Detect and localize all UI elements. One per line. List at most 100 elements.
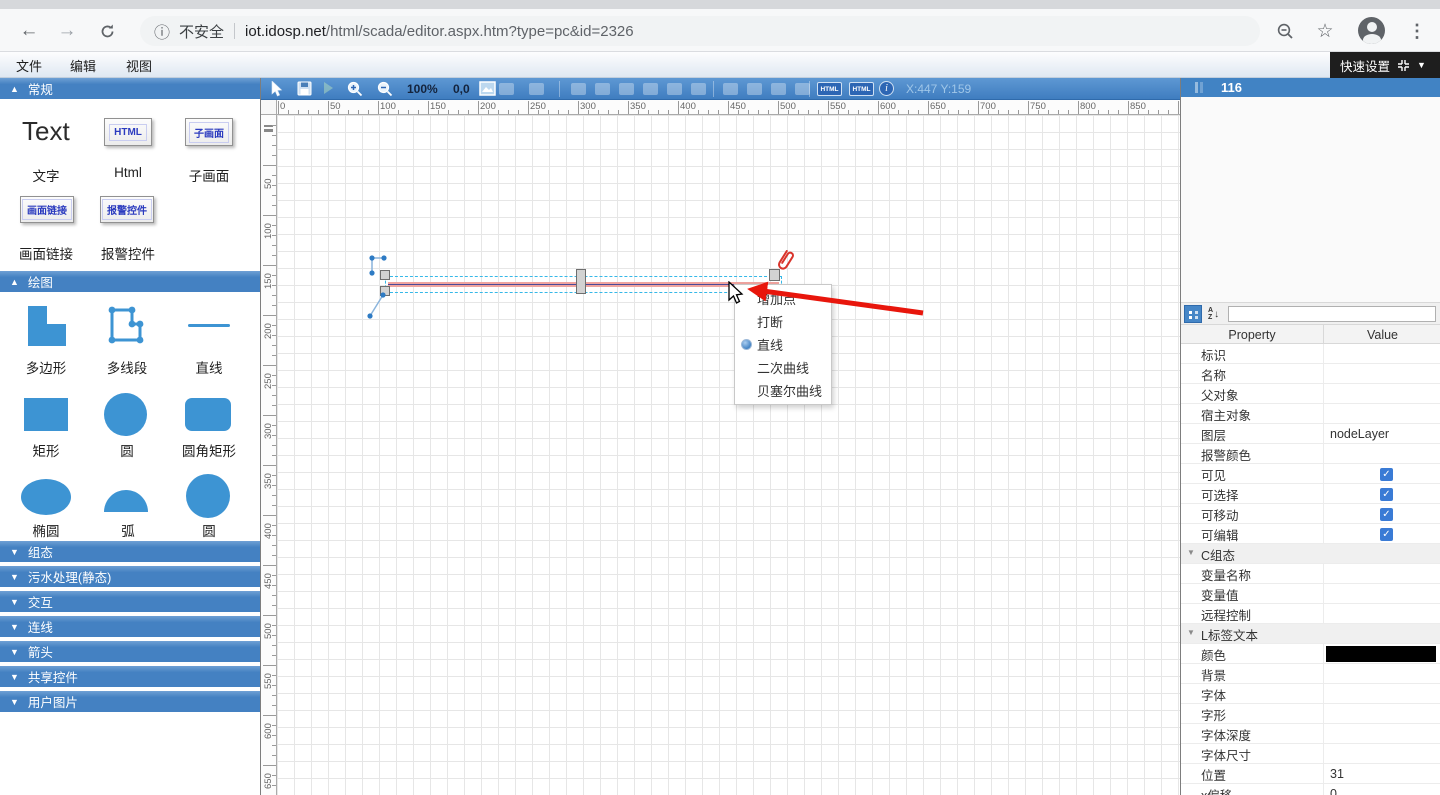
property-value[interactable]: ✓ [1323,504,1440,524]
property-row[interactable]: 变量值 [1181,584,1440,604]
color-swatch[interactable] [1326,646,1436,662]
property-value[interactable]: 0 [1323,784,1440,795]
property-row[interactable]: 字体 [1181,684,1440,704]
property-group-row[interactable]: ▼L标签文本 [1181,624,1440,644]
tool-screen-link[interactable]: 画面链接 [20,196,74,223]
browser-forward-icon[interactable]: → [54,18,80,44]
shape-rect-icon[interactable] [24,398,68,431]
section-header-collapsed[interactable]: ▼污水处理(静态) [0,566,260,587]
property-row[interactable]: 字体深度 [1181,724,1440,744]
browser-back-icon[interactable]: ← [16,18,42,44]
section-header-collapsed[interactable]: ▼箭头 [0,641,260,662]
property-value[interactable]: 31 [1323,764,1440,784]
section-header-collapsed[interactable]: ▼组态 [0,541,260,562]
property-value[interactable] [1323,384,1440,404]
shape-circle-icon[interactable] [104,393,147,436]
menu-file[interactable]: 文件 [8,52,50,78]
html-source-button[interactable]: HTML [817,82,842,96]
property-row[interactable]: 变量名称 [1181,564,1440,584]
menu-edit[interactable]: 编辑 [62,52,104,78]
browser-menu-icon[interactable]: ⋮ [1404,18,1430,44]
property-filter-input[interactable] [1228,306,1436,322]
property-value[interactable] [1323,564,1440,584]
section-header-collapsed[interactable]: ▼交互 [0,591,260,612]
context-menu-item[interactable]: 贝塞尔曲线 [735,379,831,402]
property-value[interactable]: ✓ [1323,524,1440,544]
zoom-page-icon[interactable] [1272,18,1298,44]
property-column-header[interactable]: Property [1181,325,1323,345]
property-value[interactable] [1323,444,1440,464]
context-menu-item[interactable]: 增加点 [735,287,831,310]
checkbox-checked-icon[interactable]: ✓ [1380,488,1393,501]
select-cursor-icon[interactable] [271,81,284,97]
property-row[interactable]: 字体尺寸 [1181,744,1440,764]
property-row[interactable]: 远程控制 [1181,604,1440,624]
shape-polygon-icon[interactable] [28,306,66,346]
section-header-draw[interactable]: ▲ 绘图 [0,271,260,292]
quick-settings-button[interactable]: 快速设置 ▼ [1330,52,1440,78]
property-value[interactable] [1323,604,1440,624]
zoom-in-icon[interactable] [347,81,363,97]
endpoint-connector-icon[interactable] [365,291,389,321]
property-value[interactable] [1323,744,1440,764]
context-menu-item[interactable]: 打断 [735,310,831,333]
property-value[interactable] [1323,404,1440,424]
section-header-collapsed[interactable]: ▼用户图片 [0,691,260,712]
property-row[interactable]: x偏移0 [1181,784,1440,795]
property-value[interactable] [1323,664,1440,684]
tool-text[interactable]: Text [22,116,70,147]
property-value[interactable] [1323,684,1440,704]
object-tree-area[interactable] [1181,97,1440,302]
section-header-general[interactable]: ▲ 常规 [0,78,260,99]
context-menu-item[interactable]: 二次曲线 [735,356,831,379]
group-collapse-icon[interactable]: ▼ [1187,548,1195,557]
property-value[interactable]: ✓ [1323,484,1440,504]
property-row[interactable]: 字形 [1181,704,1440,724]
midpoint-handle[interactable] [576,269,586,294]
checkbox-checked-icon[interactable]: ✓ [1380,508,1393,521]
shape-ellipse-icon[interactable] [21,479,71,515]
property-row[interactable]: 标识 [1181,344,1440,364]
property-value[interactable]: ✓ [1323,464,1440,484]
group-collapse-icon[interactable]: ▼ [1187,628,1195,637]
browser-reload-icon[interactable] [94,18,120,44]
shape-line-icon[interactable] [188,324,230,327]
property-row[interactable]: 颜色 [1181,644,1440,664]
property-value[interactable] [1323,344,1440,364]
chevron-down-icon[interactable]: ▼ [1417,60,1426,70]
tool-subscreen[interactable]: 子画面 [185,118,233,146]
tool-html[interactable]: HTML [104,118,152,146]
property-row[interactable]: 可移动✓ [1181,504,1440,524]
property-group-row[interactable]: ▼C组态 [1181,544,1440,564]
zoom-out-icon[interactable] [377,81,393,97]
page-info-icon[interactable]: ⓘ [154,19,170,43]
categorized-view-icon[interactable] [1184,305,1202,323]
property-row[interactable]: 可选择✓ [1181,484,1440,504]
property-value[interactable] [1323,624,1440,644]
address-bar[interactable]: ⓘ 不安全 iot.idosp.net /html/scada/editor.a… [140,16,1260,46]
property-row[interactable]: 可编辑✓ [1181,524,1440,544]
context-menu-item[interactable]: 直线 [735,333,831,356]
value-column-header[interactable]: Value [1323,325,1440,345]
property-row[interactable]: 父对象 [1181,384,1440,404]
property-row[interactable]: 宿主对象 [1181,404,1440,424]
section-header-collapsed[interactable]: ▼连线 [0,616,260,637]
property-row[interactable]: 位置31 [1181,764,1440,784]
property-row[interactable]: 图层nodeLayer [1181,424,1440,444]
property-row[interactable]: 名称 [1181,364,1440,384]
checkbox-checked-icon[interactable]: ✓ [1380,468,1393,481]
panel-header[interactable]: 116 [1181,78,1440,97]
profile-avatar[interactable] [1358,17,1385,44]
design-grid[interactable]: 增加点打断直线二次曲线贝塞尔曲线 [277,115,1181,795]
property-row[interactable]: 可见✓ [1181,464,1440,484]
shape-circle2-icon[interactable] [186,474,230,518]
checkbox-checked-icon[interactable]: ✓ [1380,528,1393,541]
save-icon[interactable] [297,81,312,96]
info-icon[interactable]: i [879,81,894,96]
image-icon[interactable] [479,81,496,96]
property-value[interactable] [1323,704,1440,724]
tool-alarm-control[interactable]: 报警控件 [100,196,154,223]
endpoint-connector-icon[interactable] [363,253,389,277]
bookmark-star-icon[interactable]: ☆ [1312,18,1338,44]
property-value[interactable] [1323,584,1440,604]
